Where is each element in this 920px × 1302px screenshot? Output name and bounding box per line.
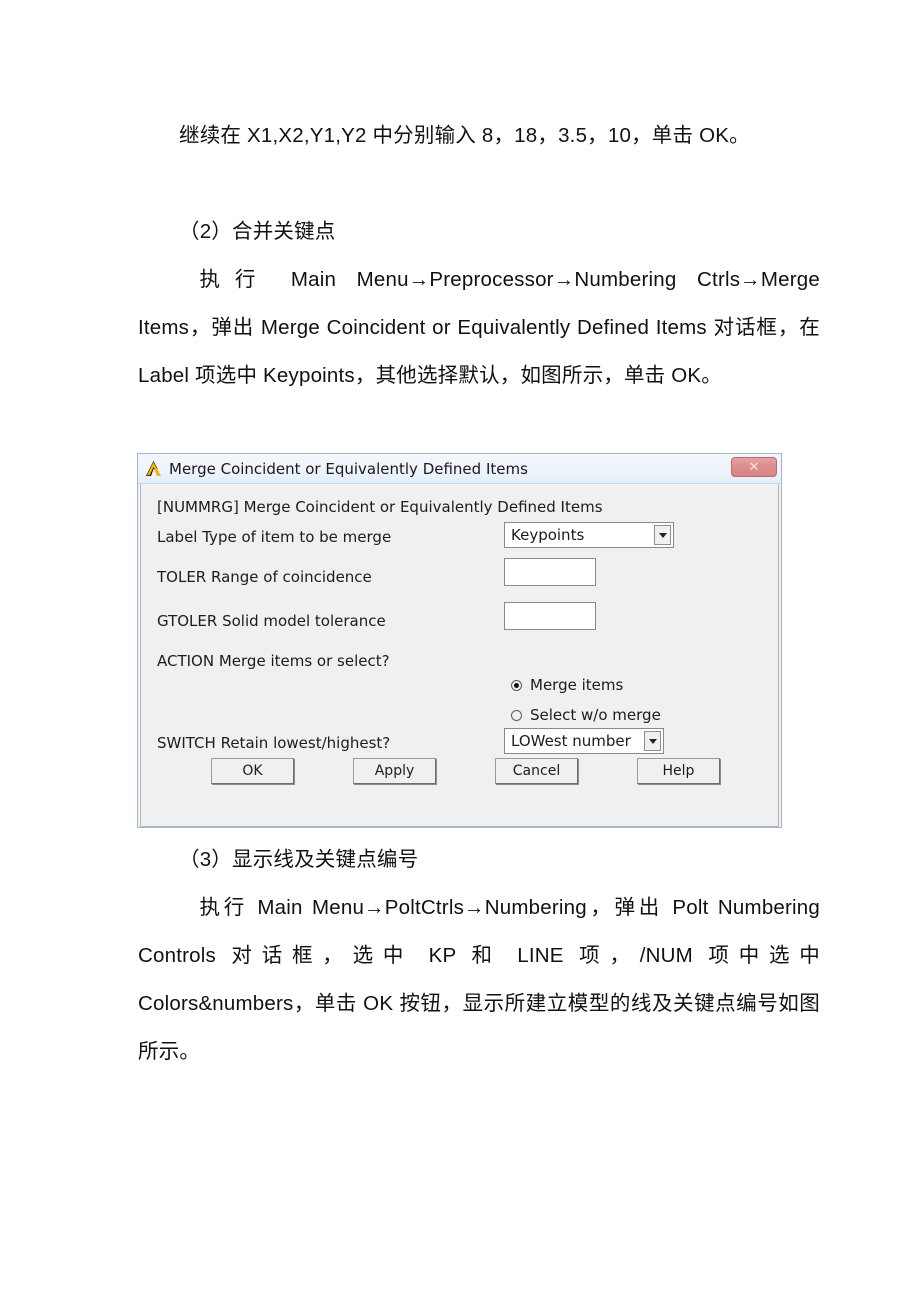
chevron-down-icon[interactable]	[654, 525, 671, 545]
field-label-label: Label Type of item to be merge	[157, 528, 392, 546]
radio-select-wo-merge-label: Select w/o merge	[530, 706, 661, 724]
dialog-title-bar: Merge Coincident or Equivalently Defined…	[138, 454, 781, 484]
apply-button[interactable]: Apply	[353, 758, 436, 784]
field-label-switch: SWITCH Retain lowest/highest?	[157, 734, 391, 752]
ansys-logo-icon	[145, 460, 162, 477]
paragraph-continue-input: 继续在 X1,X2,Y1,Y2 中分别输入 8，18，3.5，10，单击 OK。	[179, 124, 750, 147]
dialog-button-row: OK Apply Cancel Help	[141, 758, 778, 792]
help-button[interactable]: Help	[637, 758, 720, 784]
section-heading-3: （3）显示线及关键点编号	[179, 848, 419, 871]
toler-input[interactable]	[504, 558, 596, 586]
chevron-down-icon[interactable]	[644, 731, 661, 751]
radio-select-wo-merge[interactable]: Select w/o merge	[511, 706, 661, 724]
gtoler-input[interactable]	[504, 602, 596, 630]
radio-merge-items[interactable]: Merge items	[511, 676, 623, 694]
paragraph-merge-steps: 执行 Main Menu→Preprocessor→Numbering Ctrl…	[138, 268, 820, 387]
field-label-gtoler: GTOLER Solid model tolerance	[157, 612, 386, 630]
switch-retain-value: LOWest number	[511, 732, 631, 750]
merge-items-dialog: Merge Coincident or Equivalently Defined…	[137, 453, 782, 828]
label-type-value: Keypoints	[511, 526, 585, 544]
field-label-action: ACTION Merge items or select?	[157, 652, 390, 670]
radio-merge-items-label: Merge items	[530, 676, 624, 694]
dialog-command-header: [NUMMRG] Merge Coincident or Equivalentl…	[157, 498, 603, 516]
field-label-toler: TOLER Range of coincidence	[157, 568, 372, 586]
cancel-button[interactable]: Cancel	[495, 758, 578, 784]
close-icon[interactable]: ✕	[731, 457, 777, 477]
paragraph-numbering-steps: 执行 Main Menu→PoltCtrls→Numbering，弹出 Polt…	[138, 896, 820, 1063]
ok-button[interactable]: OK	[211, 758, 294, 784]
switch-retain-combobox[interactable]: LOWest number	[504, 728, 664, 754]
section-heading-2: （2）合并关键点	[179, 220, 336, 243]
radio-selected-icon	[511, 679, 522, 691]
document-page: 继续在 X1,X2,Y1,Y2 中分别输入 8，18，3.5，10，单击 OK。…	[0, 0, 920, 1302]
radio-unselected-icon	[511, 709, 522, 721]
dialog-body: [NUMMRG] Merge Coincident or Equivalentl…	[140, 484, 779, 827]
dialog-title-text: Merge Coincident or Equivalently Defined…	[169, 459, 528, 478]
label-type-combobox[interactable]: Keypoints	[504, 522, 674, 548]
